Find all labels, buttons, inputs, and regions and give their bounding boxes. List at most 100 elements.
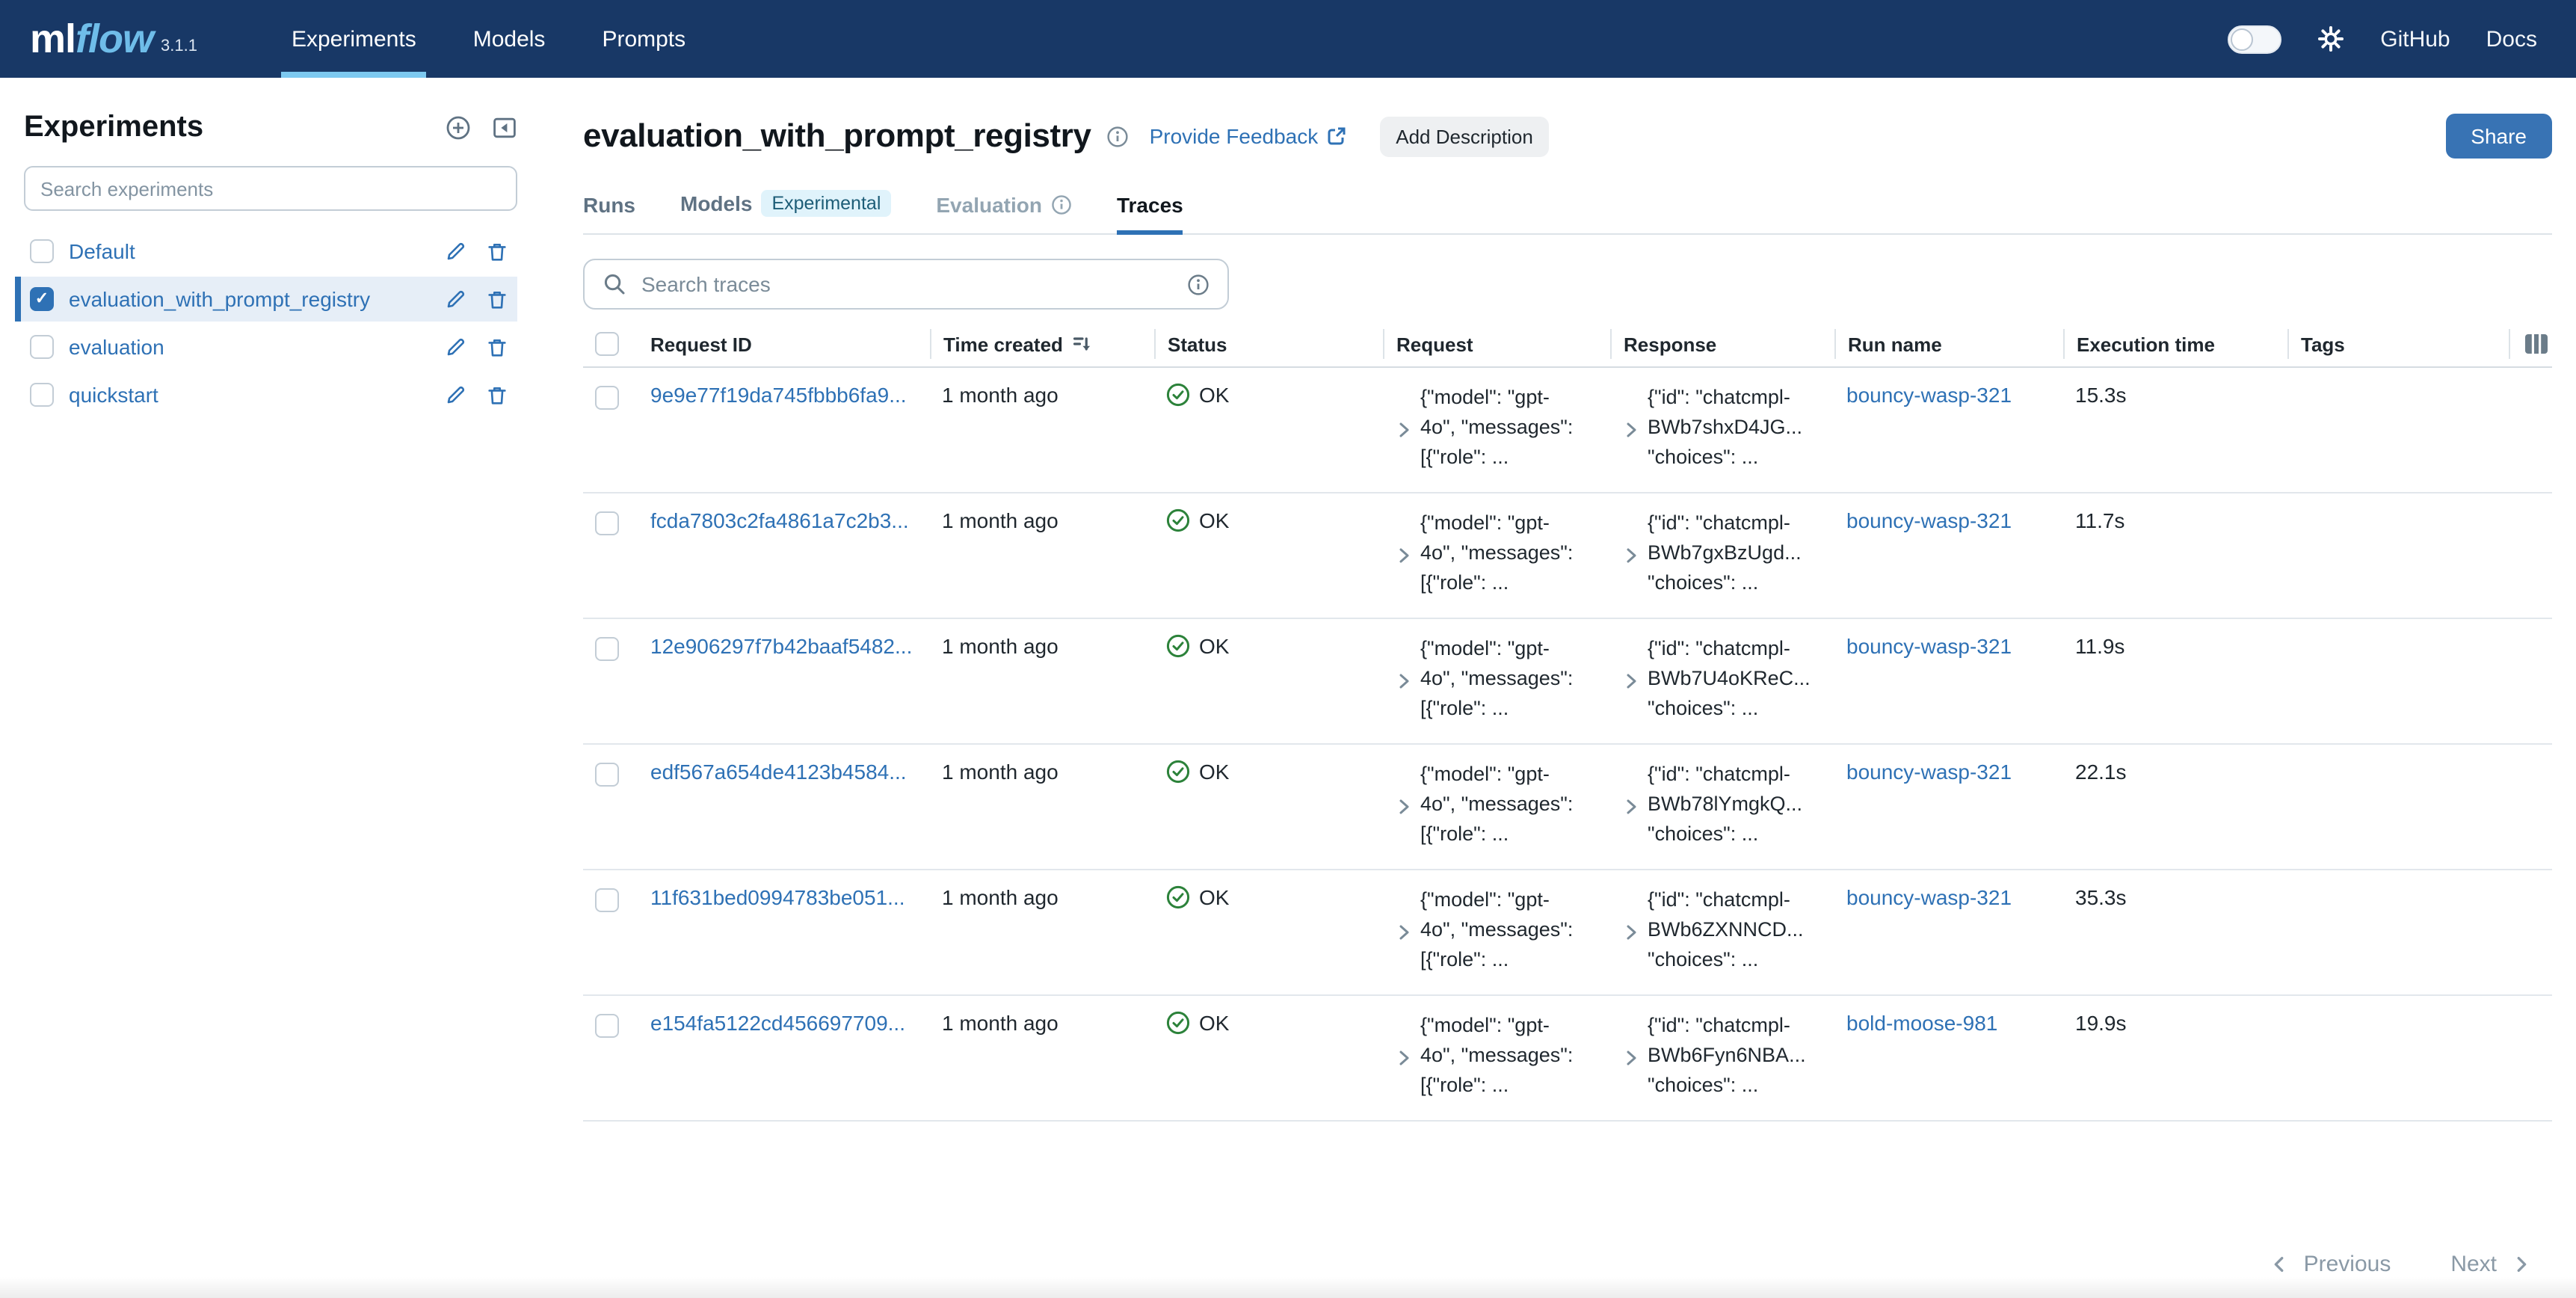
run-name-link[interactable]: bouncy-wasp-321 xyxy=(1846,383,2051,407)
run-name-link[interactable]: bouncy-wasp-321 xyxy=(1846,634,2051,658)
share-button[interactable]: Share xyxy=(2445,114,2552,159)
experiment-checkbox[interactable] xyxy=(30,383,54,407)
row-checkbox[interactable] xyxy=(595,888,619,912)
search-experiments-input[interactable] xyxy=(24,166,517,211)
add-description-button[interactable]: Add Description xyxy=(1379,116,1550,156)
expand-response-icon[interactable] xyxy=(1622,386,1640,473)
edit-pencil-icon[interactable] xyxy=(444,336,466,358)
column-run-name[interactable]: Run name xyxy=(1834,329,2063,359)
nav-item-models[interactable]: Models xyxy=(445,0,574,78)
experiment-info-icon[interactable] xyxy=(1106,125,1129,147)
nav-item-experiments[interactable]: Experiments xyxy=(263,0,445,78)
experiment-list-item[interactable]: Default xyxy=(15,229,517,274)
search-info-icon[interactable] xyxy=(1187,273,1210,295)
tab-models[interactable]: Models Experimental xyxy=(680,190,891,233)
run-name-link[interactable]: bold-moose-981 xyxy=(1846,1011,2051,1035)
request-id-link[interactable]: e154fa5122cd456697709... xyxy=(650,1011,918,1035)
column-time-created[interactable]: Time created xyxy=(930,329,1154,359)
experiment-list-item[interactable]: quickstart xyxy=(15,372,517,417)
edit-pencil-icon[interactable] xyxy=(444,384,466,406)
expand-request-icon[interactable] xyxy=(1395,763,1413,849)
execution-time-cell: 11.9s xyxy=(2063,634,2287,658)
delete-trash-icon[interactable] xyxy=(486,288,508,310)
run-name-link[interactable]: bouncy-wasp-321 xyxy=(1846,508,2051,532)
header-checkbox-cell xyxy=(583,329,638,359)
expand-response-icon[interactable] xyxy=(1622,511,1640,598)
main-panel: evaluation_with_prompt_registry Provide … xyxy=(535,78,2576,1298)
status-ok-icon xyxy=(1166,383,1190,407)
delete-trash-icon[interactable] xyxy=(486,240,508,262)
experiment-list-item[interactable]: evaluation_with_prompt_registry xyxy=(15,277,517,322)
delete-trash-icon[interactable] xyxy=(486,336,508,358)
row-checkbox[interactable] xyxy=(595,386,619,410)
github-link[interactable]: GitHub xyxy=(2380,26,2450,52)
expand-request-icon[interactable] xyxy=(1395,511,1413,598)
experiment-list: Default evaluation_with_prompt_registry … xyxy=(15,229,517,417)
request-id-link[interactable]: fcda7803c2fa4861a7c2b3... xyxy=(650,508,918,532)
experiment-name-link[interactable]: quickstart xyxy=(69,383,429,407)
row-checkbox[interactable] xyxy=(595,1014,619,1038)
search-traces-box xyxy=(583,259,1229,310)
theme-toggle[interactable] xyxy=(2228,25,2281,53)
gear-icon[interactable] xyxy=(2317,25,2344,52)
edit-pencil-icon[interactable] xyxy=(444,288,466,310)
run-name-link[interactable]: bouncy-wasp-321 xyxy=(1846,760,2051,784)
search-traces-input[interactable] xyxy=(638,271,1175,298)
column-request-id[interactable]: Request ID xyxy=(638,329,930,359)
experiment-name-link[interactable]: Default xyxy=(69,239,429,263)
column-request[interactable]: Request xyxy=(1383,329,1610,359)
experiment-list-item[interactable]: evaluation xyxy=(15,324,517,369)
pagination: Previous Next xyxy=(2270,1252,2531,1277)
row-checkbox[interactable] xyxy=(595,763,619,787)
execution-time-cell: 11.7s xyxy=(2063,508,2287,532)
next-page-button[interactable]: Next xyxy=(2450,1252,2531,1277)
expand-request-icon[interactable] xyxy=(1395,386,1413,473)
expand-response-icon[interactable] xyxy=(1622,637,1640,724)
status-cell: OK xyxy=(1154,1011,1383,1035)
request-id-link[interactable]: 9e9e77f19da745fbbb6fa9... xyxy=(650,383,918,407)
tab-runs[interactable]: Runs xyxy=(583,193,635,233)
run-name-link[interactable]: bouncy-wasp-321 xyxy=(1846,885,2051,909)
expand-response-icon[interactable] xyxy=(1622,1014,1640,1101)
experiment-checkbox[interactable] xyxy=(30,335,54,359)
docs-link[interactable]: Docs xyxy=(2486,26,2537,52)
new-experiment-icon[interactable] xyxy=(446,115,471,141)
experiment-checkbox[interactable] xyxy=(30,287,54,311)
provide-feedback-link[interactable]: Provide Feedback xyxy=(1150,124,1347,148)
mlflow-logo[interactable]: ml flow 3.1.1 xyxy=(30,19,197,59)
response-preview: {"id": "chatcmpl-BWb7gxBzUgd..."choices"… xyxy=(1648,508,1809,598)
time-created-cell: 1 month ago xyxy=(930,383,1154,407)
collapse-sidebar-icon[interactable] xyxy=(492,115,517,141)
request-id-link[interactable]: edf567a654de4123b4584... xyxy=(650,760,918,784)
experiment-checkbox[interactable] xyxy=(30,239,54,263)
expand-response-icon[interactable] xyxy=(1622,888,1640,975)
expand-request-icon[interactable] xyxy=(1395,1014,1413,1101)
delete-trash-icon[interactable] xyxy=(486,384,508,406)
previous-page-button[interactable]: Previous xyxy=(2270,1252,2391,1277)
status-ok-icon xyxy=(1166,760,1190,784)
experiment-name-link[interactable]: evaluation_with_prompt_registry xyxy=(69,287,429,311)
row-checkbox[interactable] xyxy=(595,511,619,535)
expand-request-icon[interactable] xyxy=(1395,637,1413,724)
edit-pencil-icon[interactable] xyxy=(444,240,466,262)
expand-request-icon[interactable] xyxy=(1395,888,1413,975)
experimental-badge: Experimental xyxy=(761,190,891,217)
column-execution-time[interactable]: Execution time xyxy=(2063,329,2287,359)
status-ok-icon xyxy=(1166,508,1190,532)
request-id-link[interactable]: 11f631bed0994783be051... xyxy=(650,885,918,909)
column-tags[interactable]: Tags xyxy=(2287,329,2552,359)
version-label: 3.1.1 xyxy=(161,34,197,59)
column-status[interactable]: Status xyxy=(1154,329,1383,359)
tab-evaluation[interactable]: Evaluation xyxy=(936,193,1072,233)
column-settings-icon[interactable] xyxy=(2524,333,2549,355)
select-all-checkbox[interactable] xyxy=(595,332,619,356)
info-icon xyxy=(1051,194,1072,215)
nav-item-prompts[interactable]: Prompts xyxy=(573,0,714,78)
column-response[interactable]: Response xyxy=(1610,329,1834,359)
request-id-link[interactable]: 12e906297f7b42baaf5482... xyxy=(650,634,918,658)
response-preview: {"id": "chatcmpl-BWb7U4oKReC..."choices"… xyxy=(1648,634,1809,724)
expand-response-icon[interactable] xyxy=(1622,763,1640,849)
tab-traces[interactable]: Traces xyxy=(1117,193,1183,233)
row-checkbox[interactable] xyxy=(595,637,619,661)
experiment-name-link[interactable]: evaluation xyxy=(69,335,429,359)
